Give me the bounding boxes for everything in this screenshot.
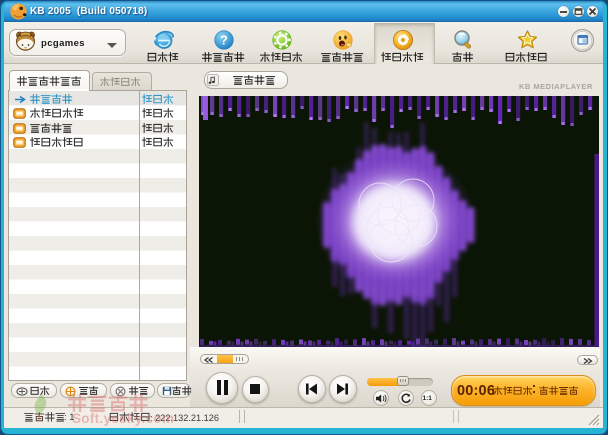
svg-text:?: ? — [220, 34, 228, 48]
